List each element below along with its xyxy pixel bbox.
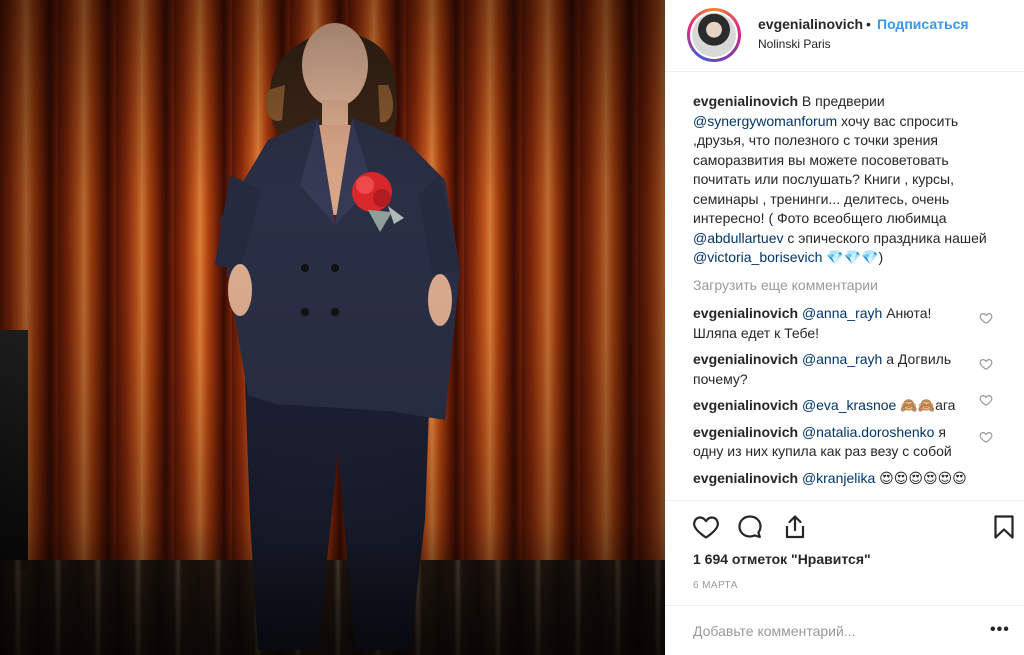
heart-icon[interactable] xyxy=(979,357,993,371)
comment-mention[interactable]: @kranjelika xyxy=(802,470,875,486)
comment-author[interactable]: evgenialinovich xyxy=(693,470,798,486)
list-item: evgenialinovich @anna_rayh Анюта! Шляпа … xyxy=(693,304,998,343)
bookmark-icon[interactable] xyxy=(990,513,1018,541)
post-side-panel: evgenialinovich • Подписаться Nolinski P… xyxy=(665,0,1024,655)
heart-icon[interactable] xyxy=(979,430,993,444)
comment-mention[interactable]: @anna_rayh xyxy=(802,351,882,367)
comment-mention[interactable]: @eva_krasnoe xyxy=(802,397,896,413)
comment-mention[interactable]: @natalia.doroshenko xyxy=(802,424,935,440)
avatar[interactable] xyxy=(687,8,741,62)
action-bar-divider xyxy=(665,500,1024,501)
header-username[interactable]: evgenialinovich xyxy=(758,16,863,32)
header-separator: • xyxy=(866,16,871,32)
likes-count[interactable]: 1 694 отметок "Нравится" xyxy=(693,551,871,567)
comment-author[interactable]: evgenialinovich xyxy=(693,305,798,321)
caption-text-4: 💎💎💎) xyxy=(822,249,884,265)
caption-text-1: В предверии xyxy=(798,93,885,109)
caption-text-3: с эпического праздника нашей xyxy=(783,229,987,246)
comment-author[interactable]: evgenialinovich xyxy=(693,351,798,367)
caption-mention-2[interactable]: @abdullartuev xyxy=(693,230,784,246)
comment-author[interactable]: evgenialinovich xyxy=(693,424,798,440)
comment-mention[interactable]: @anna_rayh xyxy=(802,305,882,321)
heart-icon[interactable] xyxy=(979,393,993,407)
comment-author[interactable]: evgenialinovich xyxy=(693,397,798,413)
post-caption: evgenialinovich В предверии @synergywoma… xyxy=(693,92,998,268)
post-date[interactable]: 6 МАРТА xyxy=(693,580,738,591)
comment-text: 😍😍😍😍😍😍 xyxy=(875,469,967,486)
avatar-image xyxy=(692,13,736,57)
heart-icon[interactable] xyxy=(979,311,993,325)
list-item: evgenialinovich @eva_krasnoe 🙈🙈ага xyxy=(693,393,998,416)
comment-text: 🙈🙈ага xyxy=(896,397,956,413)
more-options-button[interactable]: ••• xyxy=(990,621,1010,639)
photo-vignette xyxy=(0,0,665,655)
comments-list[interactable]: evgenialinovich В предверии @synergywoma… xyxy=(693,92,998,500)
caption-mention-1[interactable]: @synergywomanforum xyxy=(693,113,837,129)
caption-mention-3[interactable]: @victoria_borisevich xyxy=(693,249,822,265)
post-header: evgenialinovich • Подписаться Nolinski P… xyxy=(665,0,1024,72)
location-link[interactable]: Nolinski Paris xyxy=(758,37,831,51)
comment-input[interactable] xyxy=(693,623,963,639)
add-comment-row: ••• xyxy=(665,605,1024,655)
follow-button[interactable]: Подписаться xyxy=(877,16,969,32)
heart-icon[interactable] xyxy=(692,513,720,541)
share-icon[interactable] xyxy=(781,513,809,541)
list-item: evgenialinovich @anna_rayh а Догвиль поч… xyxy=(693,350,998,389)
load-more-comments-button[interactable]: Загрузить еще комментарии xyxy=(693,276,998,296)
comment-bubble-icon[interactable] xyxy=(736,513,764,541)
caption-author[interactable]: evgenialinovich xyxy=(693,93,798,109)
post-photo[interactable] xyxy=(0,0,665,655)
caption-text-2: хочу вас спросить ,друзья, что полезного… xyxy=(693,112,959,227)
list-item: evgenialinovich @natalia.doroshenko я од… xyxy=(693,423,998,462)
list-item: evgenialinovich @kranjelika 😍😍😍😍😍😍 xyxy=(693,469,998,489)
